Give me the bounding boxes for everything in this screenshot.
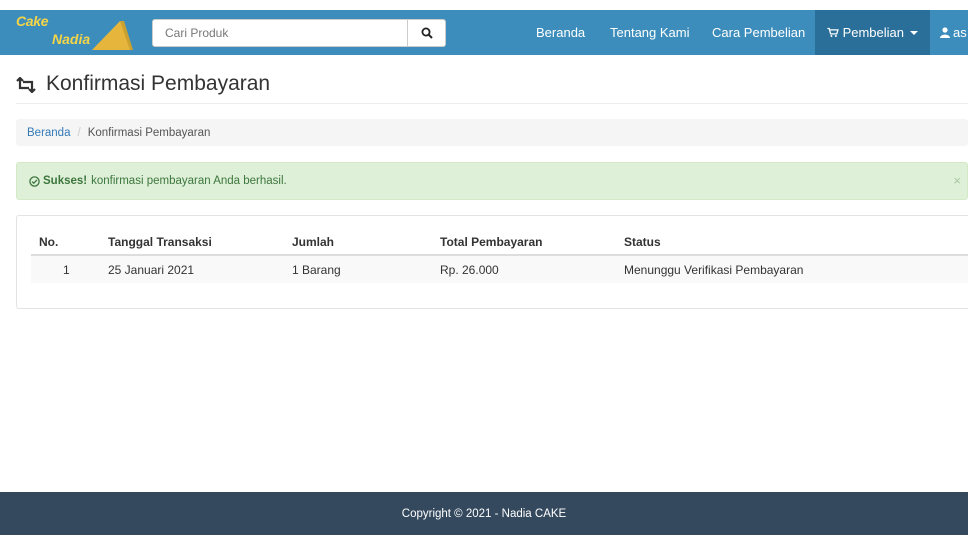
check-circle-icon (29, 175, 40, 187)
footer-copyright: Copyright © 2021 - Nadia CAKE (401, 507, 567, 520)
search-button[interactable] (408, 19, 446, 47)
nav-beranda-label: Beranda (536, 25, 586, 40)
navbar: Cake Nadia Beranda Tentang Kami Cara Pem… (0, 10, 968, 55)
column-header-tanggal: Tanggal Transaksi (108, 235, 212, 249)
nav-cara-pembelian-label: Cara Pembelian (712, 25, 806, 40)
nav-beranda[interactable]: Beranda (524, 10, 597, 55)
cell-jumlah: 1 Barang (292, 262, 341, 277)
nav-user-menu[interactable]: as (930, 10, 967, 55)
chevron-down-icon (910, 30, 918, 35)
brand-line2: Nadia (52, 31, 91, 47)
cell-status: Menunggu Verifikasi Pembayaran (624, 262, 804, 277)
table-header-row: No. Tanggal Transaksi Jumlah Total Pemba… (31, 230, 968, 256)
alert-strong: Sukses! (43, 175, 88, 187)
cell-tanggal: 25 Januari 2021 (108, 262, 195, 277)
transactions-panel: No. Tanggal Transaksi Jumlah Total Pemba… (16, 215, 968, 309)
nav-pembelian-dropdown[interactable]: Pembelian (815, 10, 930, 55)
user-icon (940, 27, 950, 38)
column-header-total: Total Pembayaran (440, 235, 543, 249)
breadcrumb-current: Konfirmasi Pembayaran (87, 126, 211, 139)
nav-tentang-kami-label: Tentang Kami (610, 25, 690, 40)
search-icon (421, 27, 433, 39)
cell-total: Rp. 26.000 (440, 262, 499, 277)
footer: Copyright © 2021 - Nadia CAKE (0, 492, 968, 535)
table-row: 1 25 Januari 2021 1 Barang Rp. 26.000 Me… (31, 256, 968, 283)
brand-line1: Cake (16, 13, 49, 29)
page-title: Konfirmasi Pembayaran (46, 72, 271, 95)
retweet-icon (16, 77, 36, 93)
column-header-jumlah: Jumlah (292, 235, 335, 249)
breadcrumb-home-link[interactable]: Beranda (27, 127, 70, 139)
cell-no: 1 (63, 262, 70, 277)
success-alert: Sukses! konfirmasi pembayaran Anda berha… (16, 162, 968, 200)
search-form (152, 19, 446, 47)
alert-close-button[interactable]: × (953, 173, 961, 188)
page-header: Konfirmasi Pembayaran (16, 72, 968, 104)
brand-logo[interactable]: Cake Nadia (14, 13, 133, 53)
search-input[interactable] (152, 19, 408, 47)
cart-icon (827, 27, 839, 37)
nav-tentang-kami[interactable]: Tentang Kami (598, 10, 702, 55)
nav-pembelian-label: Pembelian (842, 25, 904, 40)
nav-cara-pembelian[interactable]: Cara Pembelian (700, 10, 817, 55)
alert-message: konfirmasi pembayaran Anda berhasil. (91, 175, 287, 187)
breadcrumb: Beranda / Konfirmasi Pembayaran (16, 119, 968, 146)
column-header-status: Status (624, 235, 661, 249)
transactions-table: No. Tanggal Transaksi Jumlah Total Pemba… (31, 230, 968, 283)
breadcrumb-separator: / (77, 126, 81, 139)
column-header-no: No. (39, 235, 59, 249)
nav-user-label: as (953, 25, 967, 40)
cake-slice-icon (92, 21, 133, 50)
